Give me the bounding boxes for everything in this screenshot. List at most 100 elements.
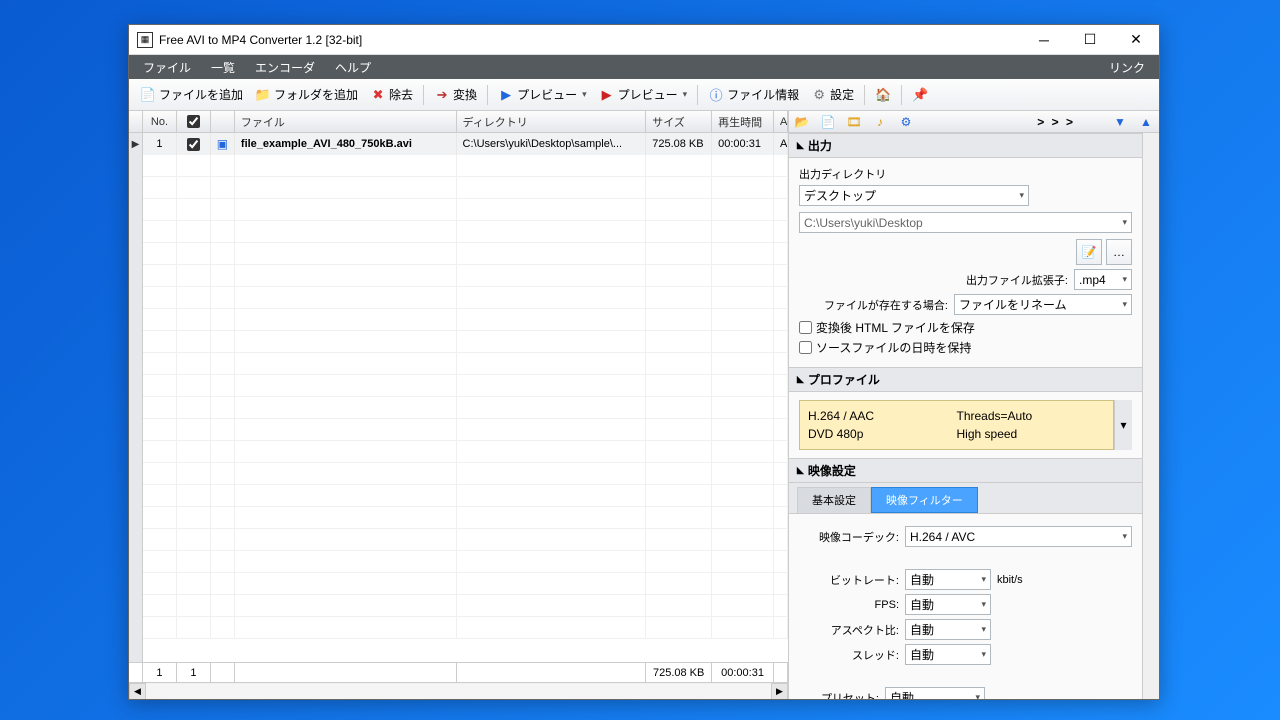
fps-select[interactable]: 自動▾ xyxy=(905,594,991,615)
chk-keep-date[interactable]: ソースファイルの日時を保持 xyxy=(799,339,1132,356)
cell-check[interactable] xyxy=(177,133,211,155)
thread-select[interactable]: 自動▾ xyxy=(905,644,991,665)
scroll-left-icon[interactable]: ◀ xyxy=(129,683,146,700)
menu-file[interactable]: ファイル xyxy=(133,55,201,79)
aspect-select[interactable]: 自動▾ xyxy=(905,619,991,640)
menubar: ファイル 一覧 エンコーダ ヘルプ リンク xyxy=(129,55,1159,79)
grid-header: No. ファイル ディレクトリ サイズ 再生時間 A xyxy=(129,111,788,133)
check-all[interactable] xyxy=(187,115,200,128)
cell-duration: 00:00:31 xyxy=(712,133,774,155)
col-type-icon[interactable] xyxy=(211,111,235,132)
window-title: Free AVI to MP4 Converter 1.2 [32-bit] xyxy=(159,33,1021,47)
bitrate-label: ビットレート: xyxy=(799,572,899,588)
menu-encoder[interactable]: エンコーダ xyxy=(245,55,325,79)
add-folder-icon: 📁 xyxy=(255,87,271,103)
col-size[interactable]: サイズ xyxy=(646,111,712,132)
h-scrollbar[interactable]: ◀ ▶ xyxy=(129,682,788,699)
v-scrollbar[interactable] xyxy=(1142,133,1159,699)
close-button[interactable]: ✕ xyxy=(1113,25,1159,55)
remove-button[interactable]: ✖除去 xyxy=(365,84,418,105)
col-check[interactable] xyxy=(177,111,211,132)
output-dir-label: 出力ディレクトリ xyxy=(799,166,1132,182)
output-header[interactable]: 出力 xyxy=(789,133,1142,158)
menu-help[interactable]: ヘルプ xyxy=(325,55,381,79)
file-list-panel: No. ファイル ディレクトリ サイズ 再生時間 A ▶ 1 ▣ file_ex… xyxy=(129,111,789,699)
grid-body[interactable]: ▶ 1 ▣ file_example_AVI_480_750kB.avi C:\… xyxy=(129,133,788,662)
convert-button[interactable]: ➔変換 xyxy=(429,84,482,105)
right-scroll-area[interactable]: 出力 出力ディレクトリ デスクトップ▾ C:\Users\yuki\Deskto… xyxy=(789,133,1142,699)
app-window: ▦ Free AVI to MP4 Converter 1.2 [32-bit]… xyxy=(128,24,1160,700)
home-button[interactable]: 🏠 xyxy=(870,85,896,105)
pin-button[interactable]: 📌 xyxy=(907,85,933,105)
add-folder-button[interactable]: 📁フォルダを追加 xyxy=(250,84,363,105)
maximize-button[interactable]: ☐ xyxy=(1067,25,1113,55)
cell-a: A xyxy=(774,133,788,155)
profile-header[interactable]: プロファイル xyxy=(789,367,1142,392)
status-c2: 1 xyxy=(177,663,211,682)
collapse-down-icon[interactable]: ▼ xyxy=(1111,113,1129,131)
col-directory[interactable]: ディレクトリ xyxy=(457,111,647,132)
codec-select[interactable]: H.264 / AVC▾ xyxy=(905,526,1132,547)
gear-icon: ⚙ xyxy=(811,87,827,103)
pin-icon: 📌 xyxy=(912,87,928,103)
preset-label: プリセット: xyxy=(799,690,879,700)
scroll-right-icon[interactable]: ▶ xyxy=(771,683,788,700)
profile-box[interactable]: H.264 / AACDVD 480p Threads=AutoHigh spe… xyxy=(799,400,1114,450)
exists-select[interactable]: ファイルをリネーム▾ xyxy=(954,294,1132,315)
col-file[interactable]: ファイル xyxy=(235,111,457,132)
collapse-up-icon[interactable]: ▲ xyxy=(1137,113,1155,131)
cell-file: file_example_AVI_480_750kB.avi xyxy=(235,133,457,155)
chk-save-html[interactable]: 変換後 HTML ファイルを保存 xyxy=(799,319,1132,336)
cell-no: 1 xyxy=(143,133,177,155)
play-red-icon: ▶ xyxy=(599,87,615,103)
menu-link[interactable]: リンク xyxy=(1099,55,1155,79)
edit-path-button[interactable]: 📝 xyxy=(1076,239,1102,265)
tab-basic[interactable]: 基本設定 xyxy=(797,487,871,513)
bitrate-select[interactable]: 自動▾ xyxy=(905,569,991,590)
add-file-icon: 📄 xyxy=(140,87,156,103)
tab-audio-icon[interactable]: ♪ xyxy=(871,113,889,131)
bitrate-unit: kbit/s xyxy=(997,574,1023,586)
preview1-button[interactable]: ▶プレビュー▾ xyxy=(493,84,592,105)
exists-label: ファイルが存在する場合: xyxy=(824,297,948,313)
cell-directory: C:\Users\yuki\Desktop\sample\... xyxy=(457,133,647,155)
col-a[interactable]: A xyxy=(774,111,788,132)
grid-status: 1 1 725.08 KB 00:00:31 xyxy=(129,662,788,682)
preview2-button[interactable]: ▶プレビュー▾ xyxy=(594,84,693,105)
codec-label: 映像コーデック: xyxy=(799,529,899,545)
chevron-down-icon: ▾ xyxy=(580,89,587,100)
ext-select[interactable]: .mp4▾ xyxy=(1074,269,1132,290)
tab-folder-icon[interactable]: 📂 xyxy=(793,113,811,131)
play-blue-icon: ▶ xyxy=(498,87,514,103)
file-info-button[interactable]: ⓘファイル情報 xyxy=(703,84,804,105)
fps-label: FPS: xyxy=(799,599,899,611)
profile-dropdown[interactable]: ▾ xyxy=(1114,400,1132,450)
status-duration: 00:00:31 xyxy=(712,663,774,682)
settings-button[interactable]: ⚙設定 xyxy=(806,84,859,105)
output-dir-select[interactable]: デスクトップ▾ xyxy=(799,185,1029,206)
menu-list[interactable]: 一覧 xyxy=(201,55,245,79)
col-no[interactable]: No. xyxy=(143,111,177,132)
tab-film-icon[interactable]: 🎞 xyxy=(845,113,863,131)
tab-doc-icon[interactable]: 📄 xyxy=(819,113,837,131)
tab-gear-icon[interactable]: ⚙ xyxy=(897,113,915,131)
preset-select[interactable]: 自動▾ xyxy=(885,687,985,699)
content-area: No. ファイル ディレクトリ サイズ 再生時間 A ▶ 1 ▣ file_ex… xyxy=(129,111,1159,699)
settings-panel: 📂 📄 🎞 ♪ ⚙ > > > ▼ ▲ 出力 出力ディレクトリ デスクトップ▾ … xyxy=(789,111,1159,699)
remove-icon: ✖ xyxy=(370,87,386,103)
minimize-button[interactable]: ─ xyxy=(1021,25,1067,55)
col-duration[interactable]: 再生時間 xyxy=(712,111,774,132)
browse-button[interactable]: … xyxy=(1106,239,1132,265)
tab-filter[interactable]: 映像フィルター xyxy=(871,487,978,513)
add-file-button[interactable]: 📄ファイルを追加 xyxy=(135,84,248,105)
row-marker: ▶ xyxy=(129,133,143,155)
cell-size: 725.08 KB xyxy=(646,133,712,155)
more-tabs[interactable]: > > > xyxy=(1037,115,1075,129)
status-size: 725.08 KB xyxy=(646,663,712,682)
home-icon: 🏠 xyxy=(875,87,891,103)
table-row[interactable]: ▶ 1 ▣ file_example_AVI_480_750kB.avi C:\… xyxy=(129,133,788,155)
output-path-select[interactable]: C:\Users\yuki\Desktop▾ xyxy=(799,212,1132,233)
right-tabstrip: 📂 📄 🎞 ♪ ⚙ > > > ▼ ▲ xyxy=(789,111,1159,133)
status-c1: 1 xyxy=(143,663,177,682)
video-header[interactable]: 映像設定 xyxy=(789,458,1142,483)
